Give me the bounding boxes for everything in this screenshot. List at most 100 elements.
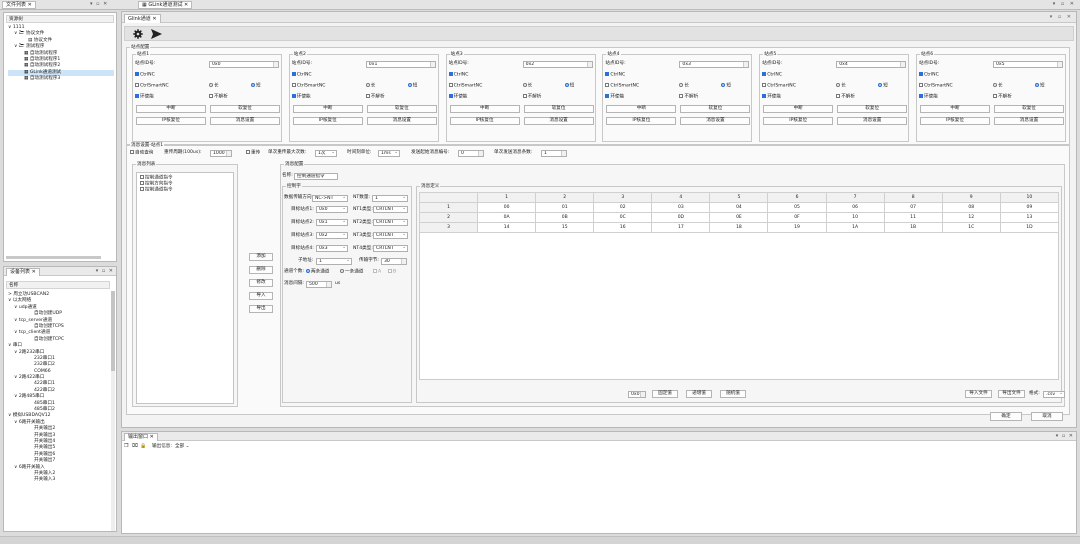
message-settings-button[interactable]: 消息设置: [366, 117, 437, 125]
table-row[interactable]: 1 00 01 02 03 04 05 06 07 08 09: [418, 202, 1060, 213]
one-channel-radio[interactable]: 一条通道: [340, 269, 363, 276]
table-cell[interactable]: 05: [767, 202, 827, 213]
start-msg-spinner[interactable]: 0: [458, 149, 484, 157]
channel-a-checkbox[interactable]: A: [373, 269, 381, 276]
output-tab[interactable]: 输出窗口 ✕: [124, 433, 158, 441]
table-cell[interactable]: 0D: [651, 212, 711, 223]
column-header[interactable]: 4: [651, 192, 711, 203]
message-name-input[interactable]: 控制通道指令: [294, 172, 338, 180]
file-list-tab-buttons[interactable]: ▾ ▫ ✕: [90, 1, 108, 7]
column-header[interactable]: 5: [709, 192, 769, 203]
table-cell[interactable]: 1A: [825, 222, 885, 233]
ctrlnc-checkbox[interactable]: CtrlNC: [135, 72, 155, 79]
no-parse-checkbox[interactable]: 不解析: [209, 94, 228, 101]
fill-value-spinner[interactable]: 0x0: [628, 390, 646, 398]
max-resend-select[interactable]: 1次: [315, 149, 337, 157]
table-cell[interactable]: 09: [999, 202, 1060, 213]
message-list-box[interactable]: 控制通道指令 控制方向指令 控制通道指令: [136, 172, 234, 404]
file-list-tab[interactable]: 文件列表 ✕: [2, 1, 36, 9]
ip-reset-button[interactable]: IP核复位: [292, 117, 363, 125]
long-radio[interactable]: 长: [993, 83, 1003, 90]
short-radio[interactable]: 短: [721, 83, 731, 90]
list-item[interactable]: 控制通道指令: [140, 187, 173, 194]
table-cell[interactable]: 00: [477, 202, 537, 213]
table-cell[interactable]: 0E: [709, 212, 769, 223]
column-header[interactable]: 6: [767, 192, 827, 203]
table-cell[interactable]: 13: [999, 212, 1060, 223]
no-parse-checkbox[interactable]: 不解析: [836, 94, 855, 101]
short-radio[interactable]: 短: [407, 83, 417, 90]
import-button[interactable]: 导入: [249, 292, 273, 300]
close-icon[interactable]: ✕: [32, 269, 36, 275]
message-settings-button[interactable]: 消息设置: [680, 117, 751, 125]
table-cell[interactable]: 1B: [883, 222, 943, 233]
row-number[interactable]: 3: [418, 222, 479, 233]
time-unit-select[interactable]: 1ms: [378, 149, 400, 157]
soft-reset-button[interactable]: 软复位: [994, 105, 1064, 113]
ip-reset-button[interactable]: IP核复位: [606, 117, 677, 125]
table-cell[interactable]: 06: [825, 202, 885, 213]
ctrlnc-checkbox[interactable]: CtrlNC: [448, 72, 468, 79]
single-send-spinner[interactable]: 1: [541, 149, 567, 157]
long-radio[interactable]: 长: [209, 83, 219, 90]
add-button[interactable]: 添加: [249, 253, 273, 261]
tree-item[interactable]: 开关输入3: [8, 477, 108, 483]
table-cell[interactable]: 16: [593, 222, 653, 233]
close-icon[interactable]: ✕: [152, 16, 156, 22]
interrupt-button[interactable]: 中断: [763, 105, 834, 113]
loop-enable-checkbox[interactable]: 环使能: [135, 94, 154, 101]
table-cell[interactable]: 0C: [593, 212, 653, 223]
column-header[interactable]: 1: [477, 192, 537, 203]
copy-icon[interactable]: ❐: [124, 443, 128, 449]
soft-reset-button[interactable]: 软复位: [366, 105, 437, 113]
nt-type-select[interactable]: CRTLNT: [373, 206, 408, 213]
panel-controls[interactable]: ▾ ▫ ✕: [1056, 433, 1074, 439]
no-parse-checkbox[interactable]: 不解析: [679, 94, 698, 101]
close-icon[interactable]: ✕: [150, 434, 154, 440]
table-cell[interactable]: 1C: [941, 222, 1001, 233]
interrupt-button[interactable]: 中断: [920, 105, 990, 113]
output-text-area[interactable]: [124, 453, 1074, 531]
station-id-spinner[interactable]: 0x5: [993, 60, 1063, 68]
short-radio[interactable]: 短: [878, 83, 888, 90]
device-list-tab[interactable]: 设备列表 ✕: [6, 268, 40, 276]
glink-channel-tab[interactable]: Glink通道 ✕: [124, 14, 161, 23]
table-row[interactable]: 3 14 15 16 17 18 19 1A 1B 1C 1D: [418, 222, 1060, 233]
nt-type-select[interactable]: CRTLNT: [373, 219, 408, 226]
nt-type-select[interactable]: CRTLNT: [373, 232, 408, 239]
target-station-select[interactable]: 0x1: [316, 219, 348, 226]
soft-reset-button[interactable]: 软复位: [523, 105, 594, 113]
import-file-button[interactable]: 导入文件: [965, 390, 992, 398]
table-cell[interactable]: 18: [709, 222, 769, 233]
column-header[interactable]: 10: [999, 192, 1060, 203]
table-cell[interactable]: 03: [651, 202, 711, 213]
close-icon[interactable]: ✕: [184, 2, 188, 8]
table-cell[interactable]: 10: [825, 212, 885, 223]
ip-reset-button[interactable]: IP核复位: [136, 117, 206, 125]
table-cell[interactable]: 17: [651, 222, 711, 233]
no-parse-checkbox[interactable]: 不解析: [993, 94, 1012, 101]
random-value-button[interactable]: 随机值: [720, 390, 746, 398]
ctrlsmartnc-checkbox[interactable]: CtrlSmartNC: [605, 83, 639, 90]
station-id-spinner[interactable]: 0x1: [365, 60, 436, 68]
lock-icon[interactable]: 🔒: [140, 443, 146, 449]
interrupt-button[interactable]: 中断: [136, 105, 206, 113]
column-header[interactable]: 8: [883, 192, 943, 203]
target-station-select[interactable]: 0x0: [316, 206, 348, 213]
table-cell[interactable]: 12: [941, 212, 1001, 223]
table-cell[interactable]: 15: [535, 222, 595, 233]
table-cell[interactable]: 11: [883, 212, 943, 223]
tree-item[interactable]: ▦ 自动测试程序3: [8, 76, 114, 82]
table-cell[interactable]: 01: [535, 202, 595, 213]
table-cell[interactable]: 04: [709, 202, 769, 213]
ctrlsmartnc-checkbox[interactable]: CtrlSmartNC: [135, 83, 169, 90]
message-settings-button[interactable]: 消息设置: [523, 117, 594, 125]
loop-enable-checkbox[interactable]: 环使能: [448, 94, 467, 101]
loop-enable-checkbox[interactable]: 环使能: [291, 94, 311, 101]
row-number[interactable]: 1: [418, 202, 479, 213]
table-cell[interactable]: 1D: [999, 222, 1060, 233]
table-cell[interactable]: 14: [477, 222, 537, 233]
column-header[interactable]: 2: [535, 192, 595, 203]
table-row[interactable]: 2 0A 0B 0C 0D 0E 0F 10 11 12 13: [418, 212, 1060, 223]
message-settings-button[interactable]: 消息设置: [837, 117, 908, 125]
